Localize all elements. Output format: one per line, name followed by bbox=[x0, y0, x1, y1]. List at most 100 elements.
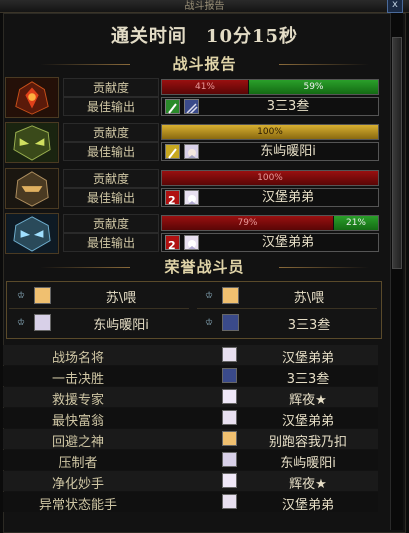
contribution-bar: 100% bbox=[161, 170, 379, 186]
contribution-bar: 79% 21% bbox=[161, 215, 379, 231]
award-title: 战场名将 bbox=[51, 351, 104, 366]
divider bbox=[279, 63, 369, 65]
honor-header: 荣誉战斗员 bbox=[0, 256, 409, 277]
best-output-label: 最佳输出 bbox=[63, 233, 159, 252]
contribution-red: 100% bbox=[162, 171, 378, 185]
divider bbox=[40, 63, 130, 65]
best-output-name: 汉堡弟弟 bbox=[261, 190, 314, 205]
award-player: 汉堡弟弟 bbox=[281, 351, 334, 366]
award-player: 东屿暖阳i bbox=[280, 456, 336, 471]
award-player: 汉堡弟弟 bbox=[281, 498, 334, 513]
contribution-label: 贡献度 bbox=[63, 123, 159, 142]
avatar bbox=[222, 314, 239, 331]
report-entry: 贡献度 100% 最佳输出 东屿暖阳i bbox=[3, 120, 383, 163]
contribution-label: 贡献度 bbox=[63, 169, 159, 188]
best-output: 东屿暖阳i bbox=[161, 142, 379, 161]
award-player: 辉夜★ bbox=[289, 393, 327, 408]
battle-report-header: 战斗报告 bbox=[0, 53, 409, 74]
avatar bbox=[34, 287, 51, 304]
best-output-name: 3三3叁 bbox=[266, 99, 310, 114]
contribution-red: 41% bbox=[162, 80, 248, 94]
award-title: 救援专家 bbox=[51, 393, 104, 408]
award-title: 净化妙手 bbox=[51, 477, 104, 492]
rank-badge-icon: ♔ bbox=[17, 318, 26, 328]
close-icon[interactable]: x bbox=[387, 0, 403, 13]
contribution-bar: 100% bbox=[161, 124, 379, 140]
weapon-icon: 2 bbox=[165, 235, 180, 252]
contribution-green: 59% bbox=[249, 80, 378, 94]
battle-report-title: 战斗报告 bbox=[172, 55, 237, 73]
award-row: 异常状态能手 汉堡弟弟 bbox=[3, 492, 378, 513]
best-output-label: 最佳输出 bbox=[63, 188, 159, 207]
contribution-label: 贡献度 bbox=[63, 78, 159, 97]
honor-member: ♔ 3三3叁 bbox=[197, 311, 377, 335]
scrollbar-thumb[interactable] bbox=[392, 37, 402, 269]
weapon-icon bbox=[165, 99, 180, 114]
avatar bbox=[222, 389, 237, 404]
contribution-red: 79% bbox=[162, 216, 333, 230]
honor-panel: ♔ 苏\喂 ♔ 苏\喂 ♔ 东屿暖阳i ♔ 3三3叁 bbox=[6, 281, 382, 339]
scrollbar[interactable] bbox=[390, 13, 403, 530]
weapon-icon bbox=[165, 144, 180, 159]
best-output-name: 东屿暖阳i bbox=[260, 144, 316, 159]
award-player: 别跑容我乃扣 bbox=[268, 435, 347, 450]
award-row: 一击决胜 3三3叁 bbox=[3, 366, 378, 387]
honor-title: 荣誉战斗员 bbox=[164, 258, 245, 276]
honor-member: ♔ 苏\喂 bbox=[197, 284, 377, 309]
divider bbox=[40, 266, 130, 268]
award-title: 一击决胜 bbox=[51, 372, 104, 387]
weapon-icon: 2 bbox=[165, 190, 180, 207]
best-output-label: 最佳输出 bbox=[63, 97, 159, 116]
character-icon bbox=[184, 190, 199, 205]
contribution-bar: 41% 59% bbox=[161, 79, 379, 95]
svg-text:2: 2 bbox=[168, 194, 176, 206]
rank-badge-icon: ♔ bbox=[205, 318, 214, 328]
award-player: 辉夜★ bbox=[289, 477, 327, 492]
award-player: 3三3叁 bbox=[286, 372, 330, 387]
clear-time: 通关时间 10分15秒 bbox=[110, 26, 299, 47]
avatar bbox=[222, 347, 237, 362]
contribution-green: 21% bbox=[334, 216, 378, 230]
honor-member: ♔ 东屿暖阳i bbox=[9, 311, 189, 335]
avatar bbox=[222, 473, 237, 488]
honor-member-name: 3三3叁 bbox=[287, 318, 331, 333]
character-portrait bbox=[5, 122, 59, 163]
award-title: 压制者 bbox=[58, 456, 98, 471]
character-portrait bbox=[5, 213, 59, 254]
award-row: 压制者 东屿暖阳i bbox=[3, 450, 378, 471]
window-title-bar: 战斗报告 x bbox=[0, 0, 409, 13]
divider bbox=[279, 266, 369, 268]
best-output-name: 汉堡弟弟 bbox=[261, 235, 314, 250]
avatar bbox=[222, 368, 237, 383]
award-row: 最快富翁 汉堡弟弟 bbox=[3, 408, 378, 429]
honor-member-name: 苏\喂 bbox=[105, 291, 137, 306]
award-row: 救援专家 辉夜★ bbox=[3, 387, 378, 408]
character-icon bbox=[184, 235, 199, 250]
rank-badge-icon: ♔ bbox=[205, 291, 214, 301]
award-player: 汉堡弟弟 bbox=[281, 414, 334, 429]
character-portrait bbox=[5, 77, 59, 118]
avatar bbox=[222, 494, 237, 509]
avatar bbox=[222, 431, 237, 446]
award-title: 异常状态能手 bbox=[38, 498, 117, 513]
contribution-gold: 100% bbox=[162, 125, 378, 139]
honor-member-name: 东屿暖阳i bbox=[93, 318, 149, 333]
award-row: 回避之神 别跑容我乃扣 bbox=[3, 429, 378, 450]
honor-member: ♔ 苏\喂 bbox=[9, 284, 189, 309]
character-icon bbox=[184, 144, 199, 159]
avatar bbox=[34, 314, 51, 331]
best-output: 2 汉堡弟弟 bbox=[161, 233, 379, 252]
character-icon bbox=[184, 99, 199, 114]
report-entry: 贡献度 100% 最佳输出 2 汉堡弟弟 bbox=[3, 166, 383, 209]
report-entry: 贡献度 79% 21% 最佳输出 2 汉堡弟弟 bbox=[3, 211, 383, 254]
svg-text:2: 2 bbox=[168, 239, 176, 251]
best-output-label: 最佳输出 bbox=[63, 142, 159, 161]
award-title: 回避之神 bbox=[51, 435, 104, 450]
avatar bbox=[222, 452, 237, 467]
window-title: 战斗报告 bbox=[184, 1, 225, 12]
award-title: 最快富翁 bbox=[51, 414, 104, 429]
best-output: 3三3叁 bbox=[161, 97, 379, 116]
report-entry: 贡献度 41% 59% 最佳输出 3三3叁 bbox=[3, 75, 383, 118]
avatar bbox=[222, 287, 239, 304]
award-row: 净化妙手 辉夜★ bbox=[3, 471, 378, 492]
